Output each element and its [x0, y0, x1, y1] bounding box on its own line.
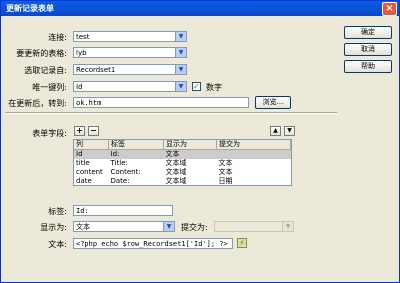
grid-cell: Title: [110, 159, 128, 167]
grid-cell: 日期 [218, 177, 233, 185]
checkmark-icon: ✓ [193, 82, 200, 91]
divider [5, 112, 337, 114]
chevron-down-icon: ▼ [175, 48, 186, 57]
submit-as-label: 提交为: [181, 223, 208, 232]
submit-as-select[interactable]: ▼ [214, 221, 294, 232]
dialog-window: 更新记录表单 × 确定 取消 帮助 连接: test ▼ 要更新的表格: lyb… [0, 0, 400, 283]
display-as-label: 显示为: [40, 223, 67, 232]
display-as-value: 文本 [76, 223, 90, 231]
text-label: 文本: [48, 240, 67, 249]
form-fields-label: 表单字段: [32, 129, 67, 138]
dialog-title: 更新记录表单 [6, 4, 54, 13]
move-up-button[interactable]: ▲ [270, 126, 281, 136]
form-fields-grid[interactable]: 列 标签 显示为 提交为 Id Id: 文本 title Title: 文本域 … [73, 139, 292, 186]
arrow-down-icon: ▼ [287, 127, 292, 134]
table-row[interactable]: Id Id: 文本 [74, 149, 291, 159]
title-bar: 更新记录表单 × [1, 1, 399, 16]
numeric-checkbox[interactable]: ✓ [192, 82, 201, 91]
table-select[interactable]: lyb ▼ [73, 47, 187, 58]
grid-cell: 文本 [218, 168, 233, 176]
minus-icon: − [90, 126, 97, 135]
close-icon: × [385, 3, 394, 14]
grid-cell: Date: [110, 177, 130, 185]
table-value: lyb [76, 49, 87, 57]
chevron-down-icon: ▼ [175, 65, 186, 74]
text-input[interactable]: <?php echo $row_Recordset1['Id']; ?> [73, 238, 233, 249]
help-button[interactable]: 帮助 [344, 60, 392, 73]
column-header[interactable]: 列 [74, 140, 109, 150]
grid-cell: 文本 [163, 149, 217, 159]
close-button[interactable]: × [382, 2, 397, 16]
lightning-icon: ⚡ [239, 239, 245, 247]
chevron-down-icon: ▼ [282, 222, 293, 231]
grid-cell: Content: [110, 168, 141, 176]
grid-cell: Id: [108, 149, 164, 159]
key-column-label: 唯一键列: [32, 83, 67, 92]
dynamic-data-button[interactable]: ⚡ [237, 238, 247, 248]
field-label-input[interactable]: Id: [73, 205, 173, 216]
display-as-select[interactable]: 文本 ▼ [73, 221, 175, 232]
chevron-down-icon: ▼ [175, 32, 186, 41]
table-row[interactable]: content Content: 文本域 文本 [74, 168, 291, 177]
grid-cell [216, 149, 291, 159]
grid-cell: title [76, 159, 90, 167]
connection-value: test [76, 33, 90, 41]
grid-cell: date [76, 177, 92, 185]
key-column-value: Id [76, 83, 83, 91]
column-header[interactable]: 标签 [108, 140, 164, 150]
connection-select[interactable]: test ▼ [73, 31, 187, 42]
connection-label: 连接: [48, 33, 67, 42]
grid-cell: 文本 [218, 159, 233, 167]
browse-button[interactable]: 浏览... [255, 96, 291, 109]
recordset-label: 选取记录自: [24, 66, 67, 75]
chevron-down-icon: ▼ [175, 82, 186, 91]
column-header[interactable]: 显示为 [163, 140, 217, 150]
grid-cell: 文本域 [165, 168, 187, 176]
plus-icon: + [76, 126, 83, 135]
grid-cell: content [76, 168, 103, 176]
table-row[interactable]: title Title: 文本域 文本 [74, 159, 291, 168]
recordset-value: Recordset1 [76, 66, 116, 74]
chevron-down-icon: ▼ [163, 222, 174, 231]
move-down-button[interactable]: ▼ [284, 126, 295, 136]
grid-cell: 文本域 [165, 177, 187, 185]
table-row[interactable]: date Date: 文本域 日期 [74, 177, 291, 185]
grid-header-row: 列 标签 显示为 提交为 [74, 140, 291, 150]
grid-cell: 文本域 [165, 159, 187, 167]
remove-field-button[interactable]: − [88, 126, 99, 136]
redirect-input[interactable]: ok.htm [73, 97, 249, 108]
table-label: 要更新的表格: [16, 49, 67, 58]
arrow-up-icon: ▲ [273, 127, 278, 134]
redirect-label: 在更新后，转到: [8, 99, 67, 108]
cancel-button[interactable]: 取消 [344, 43, 392, 56]
ok-button[interactable]: 确定 [344, 26, 392, 39]
key-column-select[interactable]: Id ▼ [73, 81, 187, 92]
grid-cell: Id [74, 149, 109, 159]
numeric-label: 数字 [206, 83, 222, 92]
recordset-select[interactable]: Recordset1 ▼ [73, 64, 187, 75]
column-header[interactable]: 提交为 [216, 140, 291, 150]
field-label-label: 标签: [48, 207, 67, 216]
add-field-button[interactable]: + [74, 126, 85, 136]
